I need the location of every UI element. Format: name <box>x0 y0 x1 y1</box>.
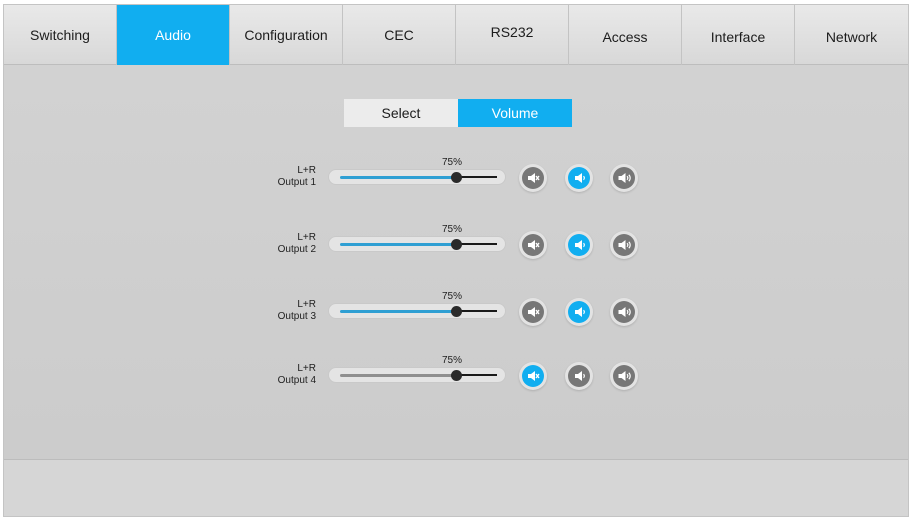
output-name: Output 2 <box>277 244 316 255</box>
volume-percent: 75% <box>441 224 462 235</box>
tab-interface[interactable]: Interface <box>682 5 795 65</box>
tab-audio[interactable]: Audio <box>117 5 230 65</box>
volume-up-button[interactable] <box>610 164 638 192</box>
volume-slider-fill <box>340 374 455 377</box>
volume-slider-rest <box>458 243 497 245</box>
volume-slider-thumb[interactable] <box>450 239 462 250</box>
volume-slider-fill <box>340 176 455 179</box>
output-label: L+R Output 1 <box>266 165 316 189</box>
app-frame: Switching Audio Configuration CEC RS232 … <box>3 4 909 517</box>
tab-configuration[interactable]: Configuration <box>230 5 343 65</box>
footer-bar <box>4 460 908 516</box>
volume-slider-thumb[interactable] <box>450 370 462 381</box>
volume-percent: 75% <box>441 157 462 168</box>
volume-up-button[interactable] <box>610 362 638 390</box>
mute-button[interactable] <box>519 164 547 192</box>
subtab-volume[interactable]: Volume <box>458 99 572 127</box>
output-name: Output 1 <box>277 177 316 188</box>
output-label: L+R Output 2 <box>266 232 316 256</box>
volume-slider-thumb[interactable] <box>450 172 462 183</box>
volume-down-button[interactable] <box>565 231 593 259</box>
speaker-mute-icon <box>528 240 540 250</box>
output-channel: L+R <box>297 299 316 310</box>
output-row: L+R Output 4 75% <box>4 355 908 395</box>
subtab-select[interactable]: Select <box>344 99 458 127</box>
audio-subtabs: Select Volume <box>344 99 572 127</box>
speaker-low-icon <box>575 371 585 381</box>
output-channel: L+R <box>297 232 316 243</box>
output-name: Output 4 <box>277 375 316 386</box>
volume-percent: 75% <box>441 291 462 302</box>
speaker-mute-icon <box>528 307 540 317</box>
speaker-low-icon <box>575 240 585 250</box>
tab-switching[interactable]: Switching <box>4 5 117 65</box>
speaker-mute-icon <box>528 371 540 381</box>
volume-slider-fill <box>340 243 455 246</box>
speaker-low-icon <box>575 173 585 183</box>
volume-down-button[interactable] <box>565 164 593 192</box>
tab-cec[interactable]: CEC <box>343 5 456 65</box>
speaker-high-icon <box>618 371 631 381</box>
output-label: L+R Output 3 <box>266 299 316 323</box>
volume-up-button[interactable] <box>610 231 638 259</box>
mute-button[interactable] <box>519 362 547 390</box>
output-row: L+R Output 2 75% <box>4 224 908 264</box>
volume-slider-rest <box>458 310 497 312</box>
output-row: L+R Output 1 75% <box>4 157 908 197</box>
volume-down-button[interactable] <box>565 362 593 390</box>
volume-slider-rest <box>458 176 497 178</box>
speaker-mute-icon <box>528 173 540 183</box>
tab-network[interactable]: Network <box>795 5 908 65</box>
output-name: Output 3 <box>277 311 316 322</box>
tab-rs232[interactable]: RS232 <box>456 5 569 65</box>
mute-button[interactable] <box>519 298 547 326</box>
volume-up-button[interactable] <box>610 298 638 326</box>
output-channel: L+R <box>297 363 316 374</box>
speaker-high-icon <box>618 240 631 250</box>
output-label: L+R Output 4 <box>266 363 316 387</box>
output-row: L+R Output 3 75% <box>4 291 908 331</box>
speaker-low-icon <box>575 307 585 317</box>
output-channel: L+R <box>297 165 316 176</box>
tab-access[interactable]: Access <box>569 5 682 65</box>
volume-percent: 75% <box>441 355 462 366</box>
speaker-high-icon <box>618 173 631 183</box>
mute-button[interactable] <box>519 231 547 259</box>
volume-slider-rest <box>458 374 497 376</box>
volume-down-button[interactable] <box>565 298 593 326</box>
volume-slider-fill <box>340 310 455 313</box>
volume-slider-thumb[interactable] <box>450 306 462 317</box>
speaker-high-icon <box>618 307 631 317</box>
top-nav: Switching Audio Configuration CEC RS232 … <box>4 5 908 65</box>
